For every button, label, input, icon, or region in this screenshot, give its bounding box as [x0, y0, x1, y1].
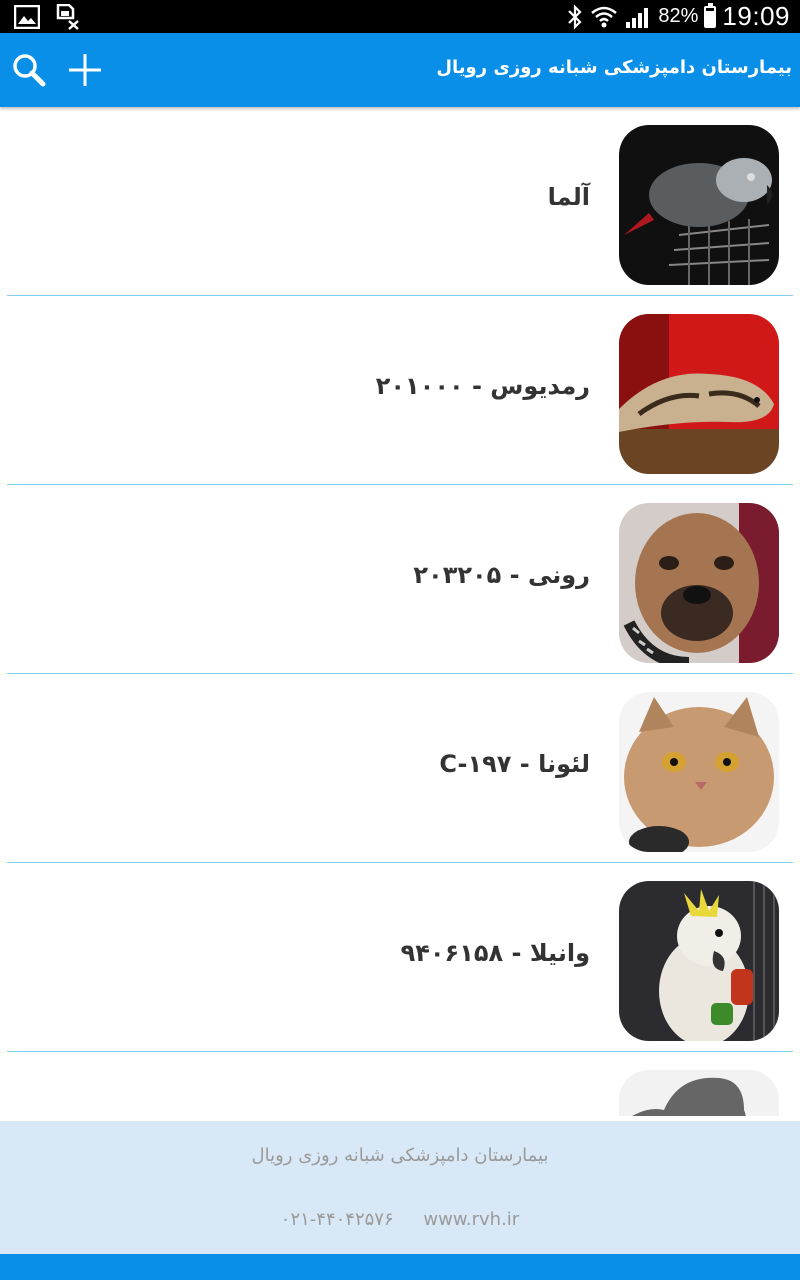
signal-icon	[626, 7, 649, 28]
app-title: بیمارستان دامپزشکی شبانه روزی رویال	[436, 57, 792, 78]
patient-name: رمدیوس - ۲۰۱۰۰۰	[375, 372, 590, 400]
parrot-photo	[619, 125, 779, 285]
patient-name: وانیلا - ۹۴۰۶۱۵۸	[400, 939, 590, 967]
battery-icon	[704, 2, 717, 28]
patient-row[interactable]: آلما	[7, 107, 793, 296]
footer-phone[interactable]: ۰۲۱-۴۴۰۴۲۵۷۶	[281, 1209, 394, 1230]
bottom-bar	[0, 1254, 800, 1280]
gallery-icon	[14, 5, 40, 29]
patient-row[interactable]: رونی - ۲۰۳۲۰۵	[7, 485, 793, 674]
wifi-icon	[591, 6, 618, 27]
patient-name: لئونا - C-۱۹۷	[439, 750, 590, 778]
footer-website[interactable]: www.rvh.ir	[423, 1209, 519, 1230]
clock: 19:09	[722, 1, 790, 31]
patient-row[interactable]	[7, 1052, 793, 1116]
cockatoo-photo	[619, 881, 779, 1041]
status-bar: 82% 19:09	[0, 0, 800, 33]
sim-icon	[56, 4, 79, 30]
patient-row[interactable]: رمدیوس - ۲۰۱۰۰۰	[7, 296, 793, 485]
bluetooth-icon	[568, 3, 582, 30]
battery-percentage: 82%	[658, 5, 699, 27]
footer: بیمارستان دامپزشکی شبانه روزی رویال ۰۲۱-…	[0, 1121, 800, 1254]
app-bar: بیمارستان دامپزشکی شبانه روزی رویال	[0, 33, 800, 107]
footer-contact: ۰۲۱-۴۴۰۴۲۵۷۶ www.rvh.ir	[0, 1209, 800, 1230]
footer-hospital-name: بیمارستان دامپزشکی شبانه روزی رویال	[251, 1145, 549, 1166]
cat-photo	[619, 692, 779, 852]
patient-list[interactable]: آلما رمدیوس - ۲۰۱۰۰۰ رونی - ۲۰۳۲۰۵ لئونا…	[0, 107, 800, 1116]
patient-name: آلما	[547, 183, 590, 211]
snake-photo	[619, 314, 779, 474]
dog-photo	[619, 503, 779, 663]
patient-row[interactable]: لئونا - C-۱۹۷	[7, 674, 793, 863]
add-icon[interactable]	[66, 51, 104, 89]
search-icon[interactable]	[10, 51, 48, 89]
patient-name: رونی - ۲۰۳۲۰۵	[413, 561, 590, 589]
placeholder-photo	[619, 1070, 779, 1116]
patient-row[interactable]: وانیلا - ۹۴۰۶۱۵۸	[7, 863, 793, 1052]
